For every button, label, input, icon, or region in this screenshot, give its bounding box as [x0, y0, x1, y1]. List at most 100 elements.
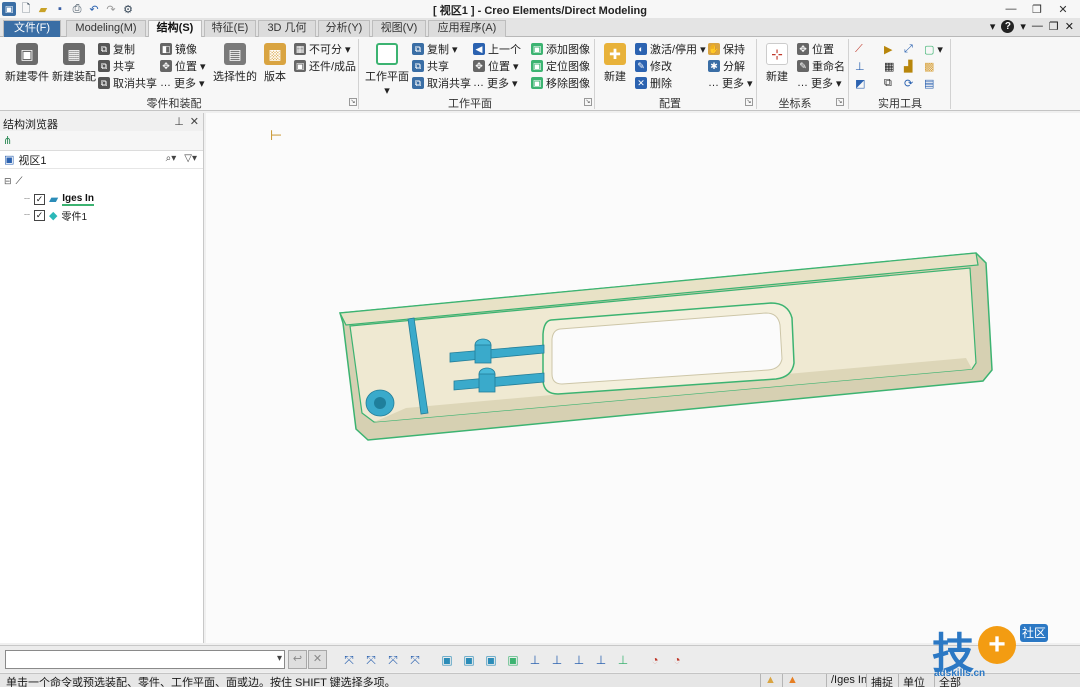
close-icon[interactable]: ✕ — [1050, 0, 1076, 18]
wp-unshare-button[interactable]: ⧉ 取消共享 — [412, 75, 471, 91]
pin-icon[interactable]: ⊥ — [174, 115, 184, 128]
restore-finished-button[interactable]: ▣ 还件/成品 — [294, 58, 356, 74]
tab-file[interactable]: 文件(F) — [3, 20, 61, 37]
delete-button[interactable]: ✕ 删除 — [635, 75, 672, 91]
binoculars-icon[interactable]: ⌕▾ — [166, 153, 177, 164]
wp-copy-button[interactable]: ⧉ 复制 ▾ — [412, 41, 458, 57]
config-new-button[interactable]: ✚ 新建 — [600, 43, 630, 84]
ok-button[interactable]: ↩ — [288, 650, 307, 669]
view-tool-icon[interactable]: ⤧ — [406, 651, 424, 669]
explode-button[interactable]: ✱ 分解 — [708, 58, 745, 74]
visibility-checkbox[interactable]: ✓ — [34, 193, 46, 205]
remove-image-button[interactable]: ▣ 移除图像 — [531, 75, 590, 91]
plane-view-icon[interactable]: ⊥ — [614, 651, 632, 669]
collapse-icon[interactable]: ⊟ — [4, 176, 12, 187]
chevron-down-icon[interactable]: ▾ — [277, 653, 282, 664]
filter-icon[interactable]: ▽▾ — [184, 153, 197, 164]
mirror-button[interactable]: ◧ 镜像 — [160, 41, 197, 57]
command-input[interactable]: ▾ — [5, 650, 285, 669]
viewport-3d[interactable]: ⊢ — [206, 113, 1080, 643]
version-button[interactable]: ▩ 版本 — [260, 43, 290, 84]
plane-view-icon[interactable]: ⊥ — [592, 651, 610, 669]
tab-view[interactable]: 视图(V) — [372, 20, 426, 37]
tree-view-icon[interactable]: ⋔ — [3, 134, 12, 147]
cube-view-icon[interactable]: ▣ — [438, 651, 456, 669]
unshare-button[interactable]: ⧉ 取消共享 — [98, 75, 157, 91]
view-tool-icon[interactable]: ⤧ — [384, 651, 402, 669]
position-button[interactable]: ✥ 位置 ▾ — [160, 58, 206, 74]
modify-button[interactable]: ✎ 修改 — [635, 58, 672, 74]
tab-3d-geometry[interactable]: 3D 几何 — [258, 20, 316, 37]
tool-select-button[interactable]: ▶ — [884, 41, 892, 57]
tool-refresh-button[interactable]: ⟳ — [904, 75, 913, 91]
locate-image-button[interactable]: ▣ 定位图像 — [531, 58, 590, 74]
add-image-button[interactable]: ▣ 添加图像 — [531, 41, 590, 57]
wp-position-button[interactable]: ✥ 位置 ▾ — [473, 58, 519, 74]
minimize-icon[interactable]: — — [998, 0, 1024, 18]
tool-axis-button[interactable]: ⊥ — [855, 58, 865, 74]
activate-button[interactable]: ◐ 激活/停用 ▾ — [635, 41, 706, 57]
plane-view-icon[interactable]: ⊥ — [548, 651, 566, 669]
dropdown-icon[interactable]: ▾ — [990, 20, 996, 33]
status-alert-icon[interactable]: ▲ — [782, 674, 798, 687]
render-icon[interactable]: ◔ — [668, 651, 686, 669]
tool-chart-button[interactable]: ▟ — [904, 58, 912, 74]
group-launcher-icon[interactable]: ↘ — [745, 98, 753, 106]
indivisible-button[interactable]: ▦ 不可分 ▾ — [294, 41, 351, 57]
plane-view-icon[interactable]: ⊥ — [570, 651, 588, 669]
status-snap[interactable]: 捕捉 — [866, 674, 893, 687]
new-assembly-button[interactable]: ▦ 新建装配 — [50, 43, 98, 84]
wp-share-button[interactable]: ⧉ 共享 — [412, 58, 449, 74]
keep-button[interactable]: ✋ 保持 — [708, 41, 745, 57]
close-icon[interactable]: ✕ — [190, 115, 199, 128]
tool-grid-button[interactable]: ▦ — [884, 58, 894, 74]
rename-button[interactable]: ✎ 重命名 — [797, 58, 845, 74]
group-launcher-icon[interactable]: ↘ — [584, 98, 592, 106]
tool-color-button[interactable]: ▩ — [924, 58, 934, 74]
config-more-button[interactable]: … 更多 ▾ — [708, 75, 753, 91]
cancel-button[interactable]: ✕ — [308, 650, 327, 669]
tree-root[interactable]: ⊟ ⟋ — [4, 173, 23, 189]
close-icon[interactable]: ✕ — [1065, 20, 1074, 33]
coord-position-button[interactable]: ✥ 位置 — [797, 41, 834, 57]
new-part-button[interactable]: ▣ 新建零件 — [4, 43, 50, 84]
cube-view-icon[interactable]: ▣ — [460, 651, 478, 669]
workplane-button[interactable]: 工作平面 ▾ — [364, 43, 410, 97]
tool-plane-button[interactable]: ◩ — [855, 75, 865, 91]
group-launcher-icon[interactable]: ↘ — [349, 98, 357, 106]
tool-frame-button[interactable]: ▢ ▾ — [924, 41, 943, 57]
help-icon[interactable]: ? — [1001, 20, 1015, 33]
status-unit[interactable]: 单位 — [898, 674, 925, 687]
wp-more-button[interactable]: … 更多 ▾ — [473, 75, 518, 91]
tab-modeling[interactable]: Modeling(M) — [66, 20, 146, 37]
tab-features[interactable]: 特征(E) — [204, 20, 256, 37]
tab-applications[interactable]: 应用程序(A) — [428, 20, 506, 37]
restore-icon[interactable]: ❐ — [1024, 0, 1050, 18]
view-tool-icon[interactable]: ⤧ — [362, 651, 380, 669]
more-button[interactable]: … 更多 ▾ — [160, 75, 205, 91]
prev-button[interactable]: ◀ 上一个 — [473, 41, 521, 57]
cube-view-icon[interactable]: ▣ — [504, 651, 522, 669]
restore-icon[interactable]: ❐ — [1049, 20, 1059, 33]
selective-button[interactable]: ▤ 选择性的 — [212, 43, 258, 84]
viewport-selector[interactable]: ▣ 视区1 ⌕▾ ▽▾ — [0, 151, 203, 169]
tool-line-button[interactable]: ⟋ — [855, 41, 863, 57]
copy-button[interactable]: ⧉ 复制 — [98, 41, 135, 57]
tree-item-iges-in[interactable]: ┄ ✓ ▰ Iges In — [24, 191, 94, 207]
render-icon[interactable]: ◔ — [646, 651, 664, 669]
dropdown-icon[interactable]: ▾ — [1020, 20, 1026, 33]
group-launcher-icon[interactable]: ↘ — [836, 98, 844, 106]
tree-item-part1[interactable]: ┄ ✓ ◆ 零件1 — [24, 207, 87, 223]
status-warning-icon[interactable]: ▲ — [760, 674, 776, 687]
tool-measure-button[interactable]: ⤢ — [904, 41, 913, 57]
plane-view-icon[interactable]: ⊥ — [526, 651, 544, 669]
coord-new-button[interactable]: ⊹ 新建 — [762, 43, 792, 84]
cube-view-icon[interactable]: ▣ — [482, 651, 500, 669]
tool-table-button[interactable]: ▤ — [924, 75, 934, 91]
tab-structure[interactable]: 结构(S) — [148, 20, 202, 38]
share-button[interactable]: ⧉ 共享 — [98, 58, 135, 74]
coord-more-button[interactable]: … 更多 ▾ — [797, 75, 842, 91]
tab-analysis[interactable]: 分析(Y) — [318, 20, 370, 37]
view-tool-icon[interactable]: ⤧ — [340, 651, 358, 669]
visibility-checkbox[interactable]: ✓ — [34, 209, 46, 221]
